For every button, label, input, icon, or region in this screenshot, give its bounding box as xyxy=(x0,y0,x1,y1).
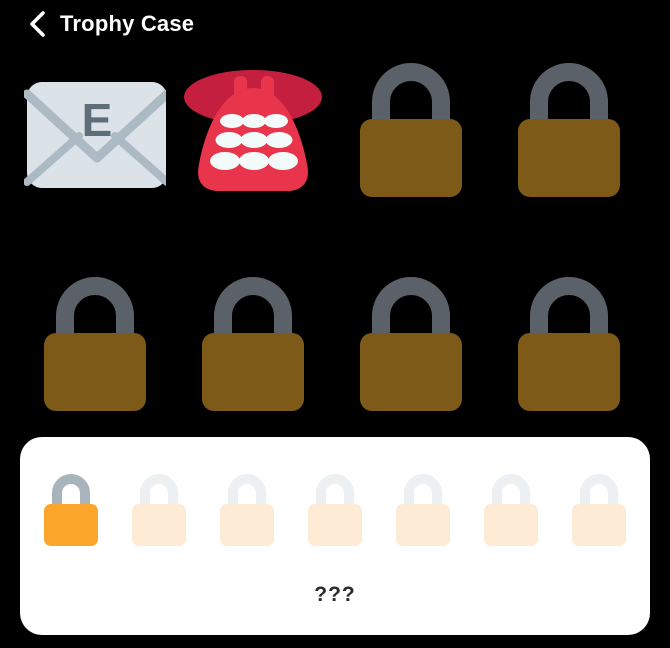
progress-card: ??? xyxy=(20,437,650,635)
envelope-e-icon: E xyxy=(24,82,166,188)
lock-icon xyxy=(308,474,362,546)
lock-icon xyxy=(396,474,450,546)
telephone-icon xyxy=(184,70,322,191)
progress-lock-5[interactable] xyxy=(391,465,455,547)
lock-icon xyxy=(484,474,538,546)
trophy-slot-8[interactable] xyxy=(498,266,640,414)
progress-lock-4[interactable] xyxy=(303,465,367,547)
lock-icon xyxy=(132,474,186,546)
progress-lock-track xyxy=(20,465,650,547)
progress-lock-2[interactable] xyxy=(127,465,191,547)
progress-label: ??? xyxy=(314,583,356,606)
svg-text:E: E xyxy=(82,94,113,146)
lock-icon xyxy=(518,277,620,411)
email-trophy[interactable]: E xyxy=(24,52,166,200)
trophy-slot-4[interactable] xyxy=(498,52,640,200)
app-header: Trophy Case xyxy=(0,0,670,48)
page-title: Trophy Case xyxy=(60,11,195,36)
trophy-row xyxy=(0,266,670,414)
trophy-slot-3[interactable] xyxy=(340,52,482,200)
lock-icon xyxy=(572,474,626,546)
progress-lock-7[interactable] xyxy=(567,465,631,547)
lock-icon xyxy=(360,63,462,197)
lock-icon xyxy=(518,63,620,197)
progress-lock-1[interactable] xyxy=(39,465,103,547)
lock-icon xyxy=(44,277,146,411)
trophy-slot-7[interactable] xyxy=(340,266,482,414)
progress-lock-3[interactable] xyxy=(215,465,279,547)
trophy-row: E xyxy=(0,52,670,200)
progress-lock-6[interactable] xyxy=(479,465,543,547)
telephone-trophy[interactable] xyxy=(182,52,324,200)
trophy-slot-5[interactable] xyxy=(24,266,166,414)
trophy-slot-6[interactable] xyxy=(182,266,324,414)
chevron-left-icon[interactable] xyxy=(28,11,46,37)
trophy-grid: E xyxy=(0,52,670,414)
lock-icon xyxy=(202,277,304,411)
lock-icon xyxy=(360,277,462,411)
lock-icon xyxy=(44,474,98,546)
lock-icon xyxy=(220,474,274,546)
